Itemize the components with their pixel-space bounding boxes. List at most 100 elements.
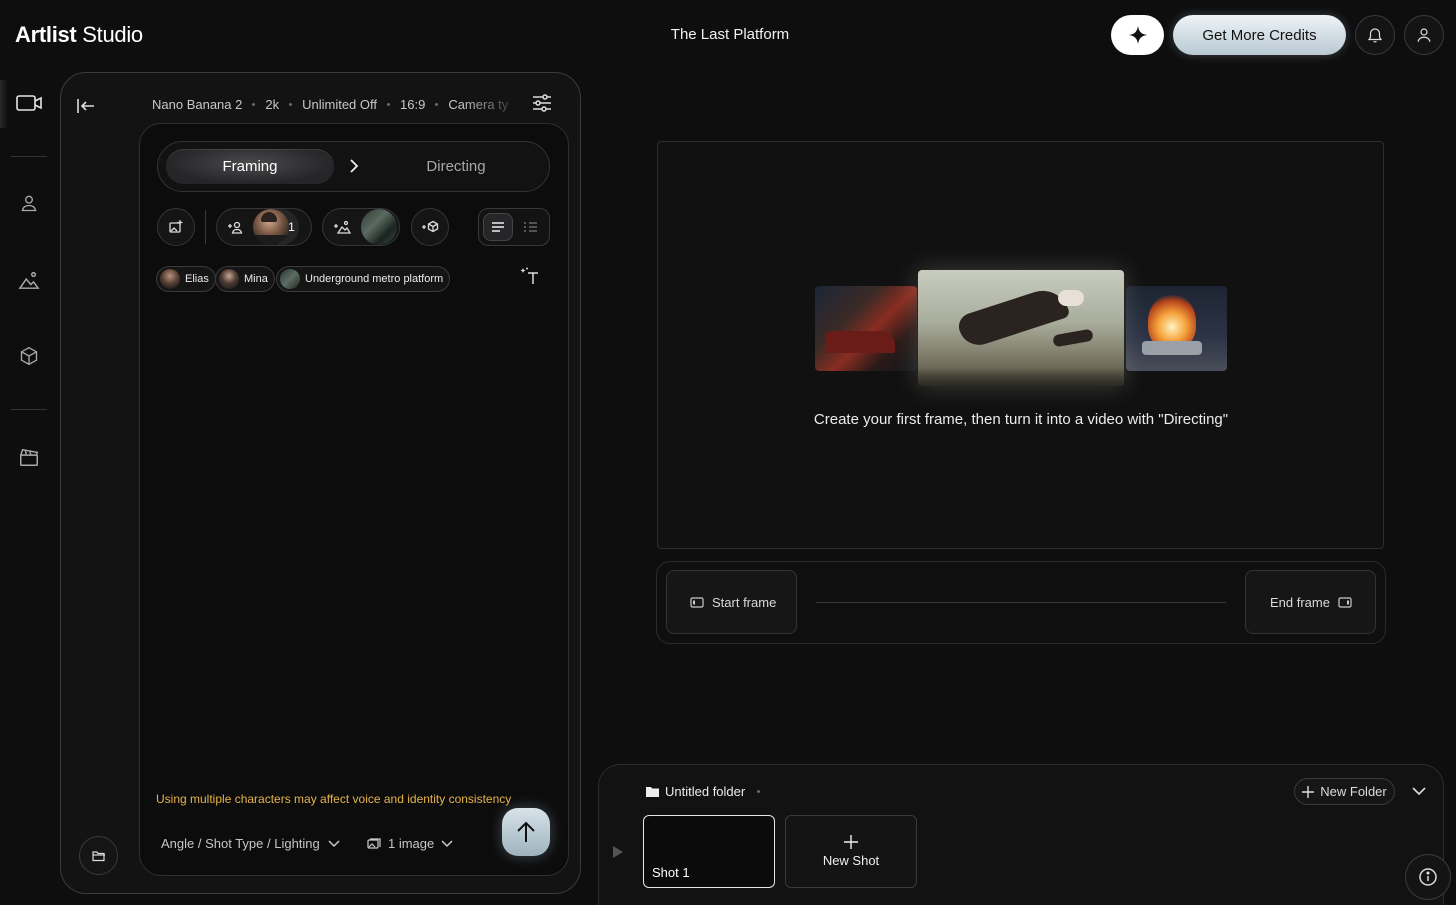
chip-character-elias[interactable]: Elias xyxy=(156,266,216,292)
preview-caption: Create your first frame, then turn it in… xyxy=(813,411,1229,428)
dropdown-label: Angle / Shot Type / Lighting xyxy=(161,836,320,851)
generation-settings[interactable]: Nano Banana 2 2k Unlimited Off 16:9 Came… xyxy=(152,95,527,113)
angle-shot-lighting-dropdown[interactable]: Angle / Shot Type / Lighting xyxy=(161,836,340,851)
add-cube-icon xyxy=(422,220,439,233)
start-frame-button[interactable]: Start frame xyxy=(666,570,797,634)
chip-label: Underground metro platform xyxy=(305,273,444,285)
chevron-down-icon xyxy=(441,839,453,847)
folder-name-label: Untitled folder xyxy=(665,784,746,799)
new-folder-label: New Folder xyxy=(1320,784,1387,799)
separator-dot xyxy=(387,102,390,106)
rail-objects[interactable] xyxy=(14,341,44,371)
add-character-button[interactable] xyxy=(217,220,253,234)
sample-frame-fire xyxy=(1126,286,1227,371)
add-location-button[interactable] xyxy=(323,220,361,234)
collapse-panel-button[interactable] xyxy=(75,95,97,117)
settings-button[interactable] xyxy=(531,92,553,114)
chevron-down-icon xyxy=(1412,787,1426,795)
user-icon xyxy=(1417,28,1431,42)
rail-active-indicator xyxy=(0,80,8,128)
add-landscape-icon xyxy=(334,220,351,234)
numbered-list-icon xyxy=(524,222,537,232)
chevron-down-icon xyxy=(328,839,340,847)
chip-location[interactable]: Underground metro platform xyxy=(276,266,451,292)
setting-unlimited[interactable]: Unlimited Off xyxy=(302,97,377,112)
ai-assistant-button[interactable] xyxy=(1111,15,1164,55)
tab-framing[interactable]: Framing xyxy=(166,149,334,184)
end-frame-button[interactable]: End frame xyxy=(1245,570,1376,634)
tool-divider xyxy=(205,210,206,244)
rail-locations[interactable] xyxy=(14,265,44,295)
info-button[interactable] xyxy=(1405,854,1451,900)
info-icon xyxy=(1419,868,1437,886)
sample-frame-car xyxy=(815,286,917,371)
rail-scenes[interactable] xyxy=(14,442,44,472)
character-avatar[interactable] xyxy=(253,209,289,245)
generate-button[interactable] xyxy=(502,808,550,856)
clapperboard-icon xyxy=(20,448,39,466)
chip-character-mina[interactable]: Mina xyxy=(215,266,275,292)
chip-label: Mina xyxy=(244,273,268,285)
rail-divider xyxy=(11,409,47,410)
separator-dot xyxy=(289,102,293,106)
end-frame-icon xyxy=(1338,596,1352,608)
sample-frame-flying xyxy=(918,270,1124,386)
play-icon xyxy=(613,846,623,858)
person-icon xyxy=(21,195,37,212)
folder-name[interactable]: Untitled folder xyxy=(646,784,745,799)
timeline-line xyxy=(816,602,1226,603)
magic-text-icon xyxy=(520,267,538,284)
characters-group[interactable]: +1 xyxy=(216,208,312,246)
notifications-button[interactable] xyxy=(1355,15,1395,55)
new-shot-button[interactable]: New Shot xyxy=(785,815,917,888)
locations-group[interactable] xyxy=(322,208,400,246)
chip-avatar xyxy=(160,269,180,289)
chevron-right-icon xyxy=(345,157,363,175)
plus-icon xyxy=(1302,785,1315,798)
new-shot-label: New Shot xyxy=(822,853,880,868)
dropdown-label: 1 image xyxy=(388,836,435,851)
chip-label: Elias xyxy=(185,273,209,285)
new-folder-button[interactable]: New Folder xyxy=(1294,778,1395,805)
play-button[interactable] xyxy=(611,844,625,860)
end-frame-label: End frame xyxy=(1270,594,1330,610)
separator-dot xyxy=(435,102,439,106)
shot-card[interactable]: Shot 1 xyxy=(643,815,775,888)
image-count-dropdown[interactable]: 1 image xyxy=(367,836,453,851)
consistency-warning: Using multiple characters may affect voi… xyxy=(156,792,512,806)
sliders-icon xyxy=(533,94,551,112)
setting-camera[interactable]: Camera ty xyxy=(448,97,508,112)
project-title[interactable]: The Last Platform xyxy=(560,26,900,43)
separator-dot xyxy=(757,790,760,793)
shot-label: Shot 1 xyxy=(652,865,690,880)
view-list-button[interactable] xyxy=(516,213,546,241)
open-folder-button[interactable] xyxy=(79,836,118,875)
add-person-icon xyxy=(228,221,243,234)
add-object-button[interactable] xyxy=(411,208,449,246)
location-thumbnail[interactable] xyxy=(361,209,397,245)
image-add-icon xyxy=(169,220,183,233)
rail-characters[interactable] xyxy=(14,188,44,218)
app-logo[interactable]: Artlist Studio xyxy=(15,22,143,48)
video-icon xyxy=(16,95,42,111)
logo-light: Studio xyxy=(76,22,143,47)
start-frame-icon xyxy=(690,596,704,608)
tab-directing[interactable]: Directing xyxy=(380,149,532,184)
folder-open-icon xyxy=(91,850,105,861)
sparkle-icon xyxy=(1128,25,1147,45)
rail-video[interactable] xyxy=(14,88,44,118)
get-more-credits-button[interactable]: Get More Credits xyxy=(1173,15,1346,55)
setting-model[interactable]: Nano Banana 2 xyxy=(152,97,242,112)
view-text-button[interactable] xyxy=(483,213,513,241)
start-frame-label: Start frame xyxy=(712,594,777,610)
text-enhance-button[interactable] xyxy=(519,265,541,287)
rail-divider xyxy=(11,156,47,157)
image-icon xyxy=(367,837,381,849)
profile-button[interactable] xyxy=(1404,15,1444,55)
chip-avatar xyxy=(219,269,239,289)
setting-aspect[interactable]: 16:9 xyxy=(400,97,425,112)
setting-resolution[interactable]: 2k xyxy=(265,97,279,112)
toggle-shots-button[interactable] xyxy=(1409,781,1429,801)
landscape-icon xyxy=(18,272,40,289)
add-image-button[interactable] xyxy=(157,208,195,246)
